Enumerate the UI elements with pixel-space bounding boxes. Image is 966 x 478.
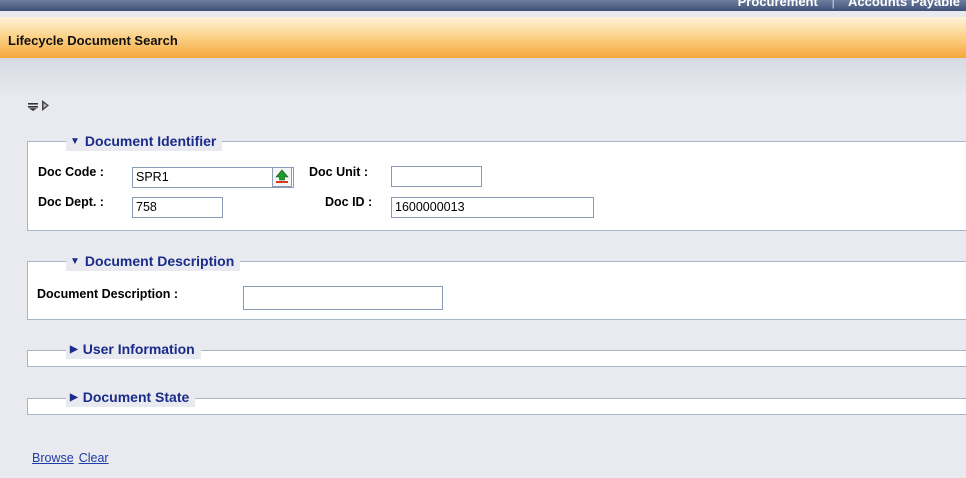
- page-title: Lifecycle Document Search: [8, 33, 178, 48]
- search-actions: Browse Clear: [32, 451, 109, 465]
- doc-unit-input[interactable]: [391, 166, 482, 187]
- document-identifier-panel: ▼ Document Identifier Doc Code : SPR1 Do…: [27, 131, 966, 231]
- document-description-input[interactable]: [243, 286, 443, 310]
- expand-all-icon[interactable]: [28, 100, 38, 114]
- doc-code-label: Doc Code :: [38, 165, 104, 179]
- document-state-panel: ▶ Document State: [27, 387, 966, 415]
- search-content: ▼ Document Identifier Doc Code : SPR1 Do…: [0, 58, 966, 478]
- document-state-title: Document State: [82, 389, 190, 405]
- expanded-triangle-icon: ▼: [70, 255, 80, 267]
- doc-unit-label: Doc Unit :: [309, 165, 369, 179]
- lookup-icon: [275, 169, 289, 186]
- section-toggle-toolbar: [28, 100, 50, 114]
- clear-link[interactable]: Clear: [79, 451, 109, 465]
- top-nav-bar: Procurement | Accounts Payable: [0, 0, 966, 11]
- nav-link-accounts-payable[interactable]: Accounts Payable: [848, 0, 960, 9]
- doc-dept-label: Doc Dept. :: [38, 195, 104, 209]
- collapsed-triangle-icon: ▶: [70, 343, 78, 355]
- top-nav-links: Procurement | Accounts Payable: [738, 0, 960, 9]
- collapsed-triangle-icon: ▶: [70, 391, 78, 403]
- document-identifier-title: Document Identifier: [84, 133, 217, 149]
- user-information-panel: ▶ User Information: [27, 339, 966, 367]
- user-information-header[interactable]: ▶ User Information: [66, 339, 201, 359]
- doc-code-input[interactable]: SPR1: [132, 167, 294, 188]
- page-title-bar: Lifecycle Document Search: [0, 17, 966, 58]
- collapse-all-icon[interactable]: [41, 100, 50, 114]
- document-description-label: Document Description :: [37, 287, 178, 301]
- document-description-panel: ▼ Document Description Document Descript…: [27, 251, 966, 320]
- doc-id-input[interactable]: 1600000013: [391, 197, 594, 218]
- doc-dept-input[interactable]: 758: [132, 197, 223, 218]
- user-information-title: User Information: [82, 341, 195, 357]
- nav-link-procurement[interactable]: Procurement: [738, 0, 818, 9]
- browse-link[interactable]: Browse: [32, 451, 74, 465]
- doc-code-lookup-button[interactable]: [272, 167, 292, 187]
- document-identifier-header[interactable]: ▼ Document Identifier: [66, 131, 223, 151]
- document-description-header[interactable]: ▼ Document Description: [66, 251, 241, 271]
- document-description-title: Document Description: [84, 253, 235, 269]
- document-state-header[interactable]: ▶ Document State: [66, 387, 196, 407]
- nav-separator: |: [831, 0, 835, 9]
- doc-id-label: Doc ID :: [325, 195, 373, 209]
- expanded-triangle-icon: ▼: [70, 135, 80, 147]
